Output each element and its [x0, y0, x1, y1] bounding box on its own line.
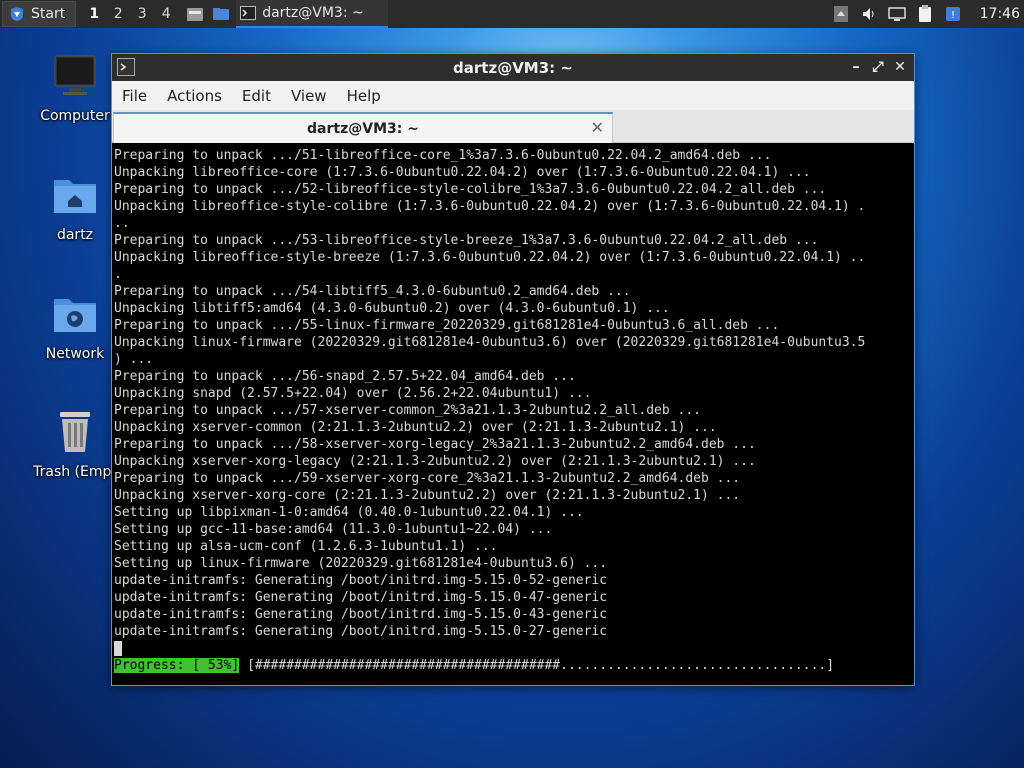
window-titlebar[interactable]: dartz@VM3: ~ – ⤢ ✕ — [112, 54, 914, 81]
top-panel: Start 1 2 3 4 dartz@VM3: ~ ! 17:46 — [0, 0, 1024, 28]
menu-file[interactable]: File — [112, 87, 157, 105]
menu-bar: File Actions Edit View Help — [112, 81, 914, 110]
progress-bar: [#######################################… — [247, 658, 835, 673]
tab-title: dartz@VM3: ~ — [307, 120, 419, 137]
terminal-line: Setting up linux-firmware (20220329.git6… — [114, 556, 608, 571]
terminal-line: Unpacking libreoffice-style-breeze (1:7.… — [114, 250, 866, 265]
workspace-2[interactable]: 2 — [106, 6, 130, 22]
desktop-icon-home[interactable]: dartz — [25, 171, 125, 243]
terminal-line: Preparing to unpack .../52-libreoffice-s… — [114, 182, 827, 197]
terminal-line: .. — [114, 216, 130, 231]
desktop-icon-trash[interactable]: Trash (Empt — [25, 408, 125, 480]
close-icon[interactable]: ✕ — [892, 57, 908, 77]
tab-bar: dartz@VM3: ~ ✕ — [112, 110, 914, 143]
terminal-line: Preparing to unpack .../51-libreoffice-c… — [114, 148, 772, 163]
desktop-icon-label: Computer — [40, 108, 110, 124]
terminal-line: Unpacking xserver-xorg-legacy (2:21.1.3-… — [114, 454, 756, 469]
desktop-icon-label: Network — [45, 346, 105, 362]
progress-label: Progress: [ 53%] — [114, 658, 240, 673]
taskbar-terminal-title: dartz@VM3: ~ — [262, 5, 364, 21]
maximize-icon[interactable]: ⤢ — [870, 57, 886, 77]
clock[interactable]: 17:46 — [980, 6, 1020, 22]
workspace-1[interactable]: 1 — [82, 6, 106, 22]
terminal-output[interactable]: Preparing to unpack .../51-libreoffice-c… — [114, 146, 912, 685]
workspace-4[interactable]: 4 — [154, 6, 178, 22]
network-icon[interactable] — [887, 5, 906, 23]
install-progress: Progress: [ 53%] [######################… — [114, 657, 912, 674]
workspace-3[interactable]: 3 — [130, 6, 154, 22]
network-folder-icon — [54, 299, 96, 332]
terminal-app-icon — [117, 58, 135, 76]
computer-icon — [54, 55, 96, 95]
home-folder-icon — [54, 180, 96, 213]
terminal-line: Setting up libpixman-1-0:amd64 (0.40.0-1… — [114, 505, 584, 520]
terminal-line: Unpacking snapd (2.57.5+22.04) over (2.5… — [114, 386, 592, 401]
start-label: Start — [31, 6, 66, 22]
terminal-line: Unpacking xserver-common (2:21.1.3-2ubun… — [114, 420, 717, 435]
terminal-line: update-initramfs: Generating /boot/initr… — [114, 573, 608, 588]
taskbar-terminal-button[interactable]: dartz@VM3: ~ — [236, 0, 388, 28]
updates-notification-icon[interactable]: ! — [944, 5, 962, 23]
desktop-icon-label: dartz — [56, 227, 94, 243]
terminal-line: Preparing to unpack .../56-snapd_2.57.5+… — [114, 369, 576, 384]
minimize-icon[interactable]: – — [848, 57, 864, 77]
volume-icon[interactable] — [860, 5, 878, 23]
terminal-line: Preparing to unpack .../53-libreoffice-s… — [114, 233, 819, 248]
terminal-line: Setting up gcc-11-base:amd64 (11.3.0-1ub… — [114, 522, 553, 537]
window-title: dartz@VM3: ~ — [453, 58, 573, 77]
terminal-line: update-initramfs: Generating /boot/initr… — [114, 607, 608, 622]
terminal-window: dartz@VM3: ~ – ⤢ ✕ File Actions Edit Vie… — [111, 53, 915, 686]
terminal-line: Preparing to unpack .../54-libtiff5_4.3.… — [114, 284, 631, 299]
terminal-icon — [240, 6, 257, 20]
menu-edit[interactable]: Edit — [232, 87, 281, 105]
terminal-line: Unpacking libreoffice-core (1:7.3.6-0ubu… — [114, 165, 811, 180]
terminal-line: update-initramfs: Generating /boot/initr… — [114, 590, 608, 605]
terminal-line: Preparing to unpack .../58-xserver-xorg-… — [114, 437, 756, 452]
trash-icon — [60, 412, 90, 452]
menu-help[interactable]: Help — [337, 87, 391, 105]
terminal-line: . — [114, 267, 122, 282]
tab-close-icon[interactable]: ✕ — [591, 118, 604, 137]
system-tray: ! 17:46 — [832, 5, 1024, 23]
terminal-line: Unpacking libtiff5:amd64 (4.3.0-6ubuntu0… — [114, 301, 670, 316]
desktop-icon-label: Trash (Empt — [33, 464, 117, 480]
clipboard-icon[interactable] — [916, 5, 934, 23]
tab-terminal[interactable]: dartz@VM3: ~ ✕ — [113, 112, 613, 143]
terminal-cursor — [114, 641, 122, 656]
terminal-cursor-line — [114, 640, 912, 657]
menu-actions[interactable]: Actions — [157, 87, 232, 105]
terminal-line: Preparing to unpack .../57-xserver-commo… — [114, 403, 701, 418]
desktop-icon-computer[interactable]: Computer — [25, 52, 125, 124]
terminal-line: Preparing to unpack .../59-xserver-xorg-… — [114, 471, 741, 486]
terminal-line: Unpacking libreoffice-style-colibre (1:7… — [114, 199, 866, 214]
start-button[interactable]: Start — [2, 1, 77, 27]
desktop-icon-network[interactable]: Network — [25, 290, 125, 362]
terminal-line: Setting up alsa-ucm-conf (1.2.6.3-1ubunt… — [114, 539, 498, 554]
scroll-up-icon[interactable] — [832, 5, 850, 23]
terminal-line: update-initramfs: Generating /boot/initr… — [114, 624, 608, 639]
terminal-line: Unpacking linux-firmware (20220329.git68… — [114, 335, 866, 350]
file-manager-launcher-icon[interactable] — [186, 5, 204, 23]
svg-text:!: ! — [951, 10, 955, 21]
terminal-line: Unpacking xserver-xorg-core (2:21.1.3-2u… — [114, 488, 741, 503]
show-desktop-icon[interactable] — [212, 5, 230, 23]
terminal-line: Preparing to unpack .../55-linux-firmwar… — [114, 318, 780, 333]
menu-view[interactable]: View — [281, 87, 337, 105]
terminal-line: ) ... — [114, 352, 154, 367]
start-menu-icon — [11, 7, 23, 21]
